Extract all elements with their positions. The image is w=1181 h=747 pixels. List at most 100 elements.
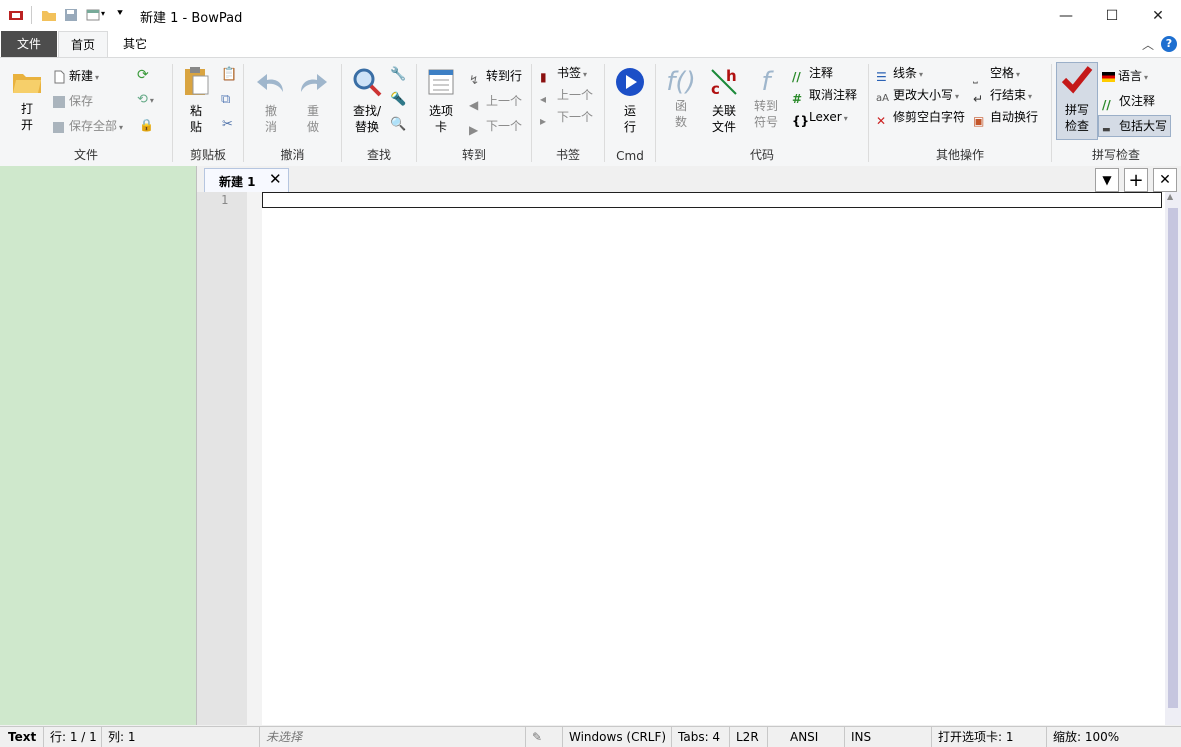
scroll-up-icon[interactable]: ▲ bbox=[1167, 192, 1173, 201]
reload-icon[interactable]: ⟳ bbox=[137, 67, 149, 83]
find-replace-button[interactable]: 查找/ 替换 bbox=[346, 66, 388, 135]
comment-button[interactable]: // 注释 bbox=[792, 63, 833, 84]
goto-line-button[interactable]: ↯ 转到行 bbox=[469, 66, 522, 87]
status-eol[interactable]: Windows (CRLF) bbox=[563, 727, 672, 747]
chevron-down-icon[interactable]: ▾ bbox=[101, 9, 105, 18]
close-tab-icon[interactable]: ✕ bbox=[269, 170, 282, 188]
file-tree-panel[interactable] bbox=[0, 166, 197, 725]
status-insert-mode[interactable]: INS bbox=[845, 727, 932, 747]
goto-prev-button[interactable]: ◀ 上一个 bbox=[469, 91, 522, 112]
new-label: 新建 bbox=[69, 69, 94, 83]
bookmark-next-icon: ▸ bbox=[540, 113, 547, 128]
fold-margin[interactable] bbox=[247, 192, 262, 725]
lexer-button[interactable]: {}Lexer ▾ bbox=[792, 107, 848, 128]
open-button[interactable]: 打 开 bbox=[8, 66, 46, 133]
find-replace-label: 查找/ 替换 bbox=[352, 104, 382, 134]
group-code: f() 函 数 ch 关联 文件 f 转到 符号 // 注释 # 取消注释 {}Le… bbox=[656, 58, 868, 166]
help-icon[interactable]: ? bbox=[1161, 36, 1177, 52]
collapse-ribbon-icon[interactable]: ︿ bbox=[1142, 36, 1154, 53]
space-icon: ⎵ bbox=[973, 69, 978, 84]
close-tab-button[interactable]: ✕ bbox=[1153, 168, 1177, 192]
comments-only-button[interactable]: // 仅注释 bbox=[1102, 91, 1155, 112]
status-zoom[interactable]: 缩放: 100% bbox=[1047, 727, 1181, 747]
paste-icon bbox=[185, 67, 209, 95]
customize-quickaccess-icon[interactable]: ⯆ bbox=[116, 8, 124, 19]
undo-button[interactable]: 撤 消 bbox=[252, 66, 290, 135]
redo-button[interactable]: 重 做 bbox=[294, 66, 332, 135]
copy-icon[interactable]: ⧉ bbox=[221, 92, 230, 107]
tab-home[interactable]: 首页 bbox=[58, 31, 108, 57]
copy-clipboard-icon[interactable]: 📋 bbox=[221, 67, 237, 82]
run-button[interactable]: 运 行 bbox=[611, 66, 649, 135]
function-button[interactable]: f() 函 数 bbox=[662, 66, 700, 130]
status-line[interactable]: 行: 1 / 1 bbox=[44, 727, 102, 747]
tabs-label-text: 选项 卡 bbox=[428, 104, 453, 134]
new-tab-button[interactable]: + bbox=[1124, 168, 1148, 192]
autowrap-button[interactable]: ▣ 自动换行 bbox=[973, 107, 1038, 128]
status-tabs[interactable]: Tabs: 4 bbox=[672, 727, 730, 747]
ribbon-tab-bar: 文件 首页 其它 ︿ ? bbox=[0, 31, 1181, 57]
line-number: 1 bbox=[221, 193, 229, 207]
tabs-button[interactable]: 选项 卡 bbox=[423, 66, 459, 135]
goto-line-icon: ↯ bbox=[469, 72, 480, 87]
spellcheck-button[interactable]: 拼写 检查 bbox=[1056, 62, 1098, 140]
sync-icon[interactable]: ⟲ ▾ bbox=[137, 92, 154, 107]
include-upper-button[interactable]: ▬ 包括大写 bbox=[1098, 115, 1172, 137]
lines-button[interactable]: ☰ 线条 ▾ bbox=[876, 63, 923, 84]
close-button[interactable]: ✕ bbox=[1135, 0, 1181, 31]
status-selection: 未选择 bbox=[260, 727, 526, 747]
new-button[interactable]: 新建 ▾ bbox=[52, 66, 99, 86]
save-icon bbox=[53, 95, 65, 108]
status-encoding[interactable]: ANSI bbox=[768, 727, 845, 747]
goto-next-button[interactable]: ▶ 下一个 bbox=[469, 116, 522, 137]
save-icon[interactable] bbox=[63, 7, 79, 23]
tab-file[interactable]: 文件 bbox=[1, 31, 57, 57]
bookmark-next-button[interactable]: ▸ 下一个 bbox=[540, 107, 593, 128]
lock-icon[interactable]: 🔒 bbox=[139, 118, 154, 132]
text-editor[interactable] bbox=[262, 192, 1165, 725]
save-button[interactable]: 保存 bbox=[52, 91, 93, 111]
change-case-label: 更改大小写 bbox=[893, 88, 954, 102]
close-icon: ✕ bbox=[1159, 172, 1171, 188]
group-clipboard: 粘 贴 📋 ⧉ ✂ 剪贴板 bbox=[173, 58, 243, 166]
paste-button[interactable]: 粘 贴 bbox=[179, 66, 213, 135]
quickaccess-separator bbox=[31, 6, 32, 24]
save-all-button[interactable]: 保存全部 ▾ bbox=[52, 116, 123, 136]
spaces-button[interactable]: ⎵ 空格 ▾ bbox=[973, 63, 1020, 84]
save-all-icon bbox=[53, 121, 64, 133]
window-menu-icon[interactable] bbox=[86, 7, 102, 23]
document-tab[interactable]: 新建 1 ✕ bbox=[204, 168, 289, 192]
change-case-button[interactable]: aA 更改大小写 ▾ bbox=[876, 85, 959, 105]
uncomment-label: 取消注释 bbox=[809, 88, 858, 102]
uppercase-icon: ▬ bbox=[1102, 124, 1111, 135]
uncomment-button[interactable]: # 取消注释 bbox=[792, 85, 858, 106]
goto-symbol-button[interactable]: f 转到 符号 bbox=[746, 66, 786, 130]
find-next-icon[interactable]: 🔧 bbox=[390, 67, 406, 82]
open-folder-icon[interactable] bbox=[41, 7, 57, 23]
tab-other[interactable]: 其它 bbox=[110, 31, 160, 57]
line-endings-button[interactable]: ↵ 行结束 ▾ bbox=[973, 85, 1032, 106]
status-column[interactable]: 列: 1 bbox=[102, 727, 260, 747]
find-select-icon[interactable]: 🔍 bbox=[390, 117, 406, 132]
maximize-button[interactable]: ☐ bbox=[1089, 0, 1135, 31]
undo-arrow-icon bbox=[257, 74, 283, 92]
language-button[interactable]: 语言 ▾ bbox=[1102, 66, 1148, 86]
cut-icon[interactable]: ✂ bbox=[222, 117, 233, 132]
tab-list-button[interactable]: ▼ bbox=[1095, 168, 1119, 192]
bookmark-prev-button[interactable]: ◂ 上一个 bbox=[540, 85, 593, 106]
new-file-icon bbox=[54, 70, 65, 83]
status-direction[interactable]: L2R bbox=[730, 727, 768, 747]
status-lexer[interactable]: Text bbox=[0, 727, 44, 747]
chevron-down-icon: ▾ bbox=[1144, 73, 1149, 82]
related-file-button[interactable]: ch 关联 文件 bbox=[704, 66, 744, 135]
group-find: 查找/ 替换 🔧 🔦 🔍 查找 bbox=[342, 58, 416, 166]
minimize-icon: — bbox=[1059, 7, 1073, 24]
title-bar: ▾ ⯆ 新建 1 - BowPad — ☐ ✕ bbox=[0, 0, 1181, 31]
bookmark-label: 书签 bbox=[557, 66, 582, 80]
minimize-button[interactable]: — bbox=[1043, 0, 1089, 31]
bookmark-button[interactable]: ▮ 书签 ▾ bbox=[540, 63, 587, 84]
find-prev-icon[interactable]: 🔦 bbox=[390, 92, 406, 107]
magnifier-icon bbox=[353, 68, 382, 97]
scrollbar-thumb[interactable] bbox=[1168, 208, 1178, 708]
trim-whitespace-button[interactable]: ✕ 修剪空白字符 bbox=[876, 107, 965, 128]
